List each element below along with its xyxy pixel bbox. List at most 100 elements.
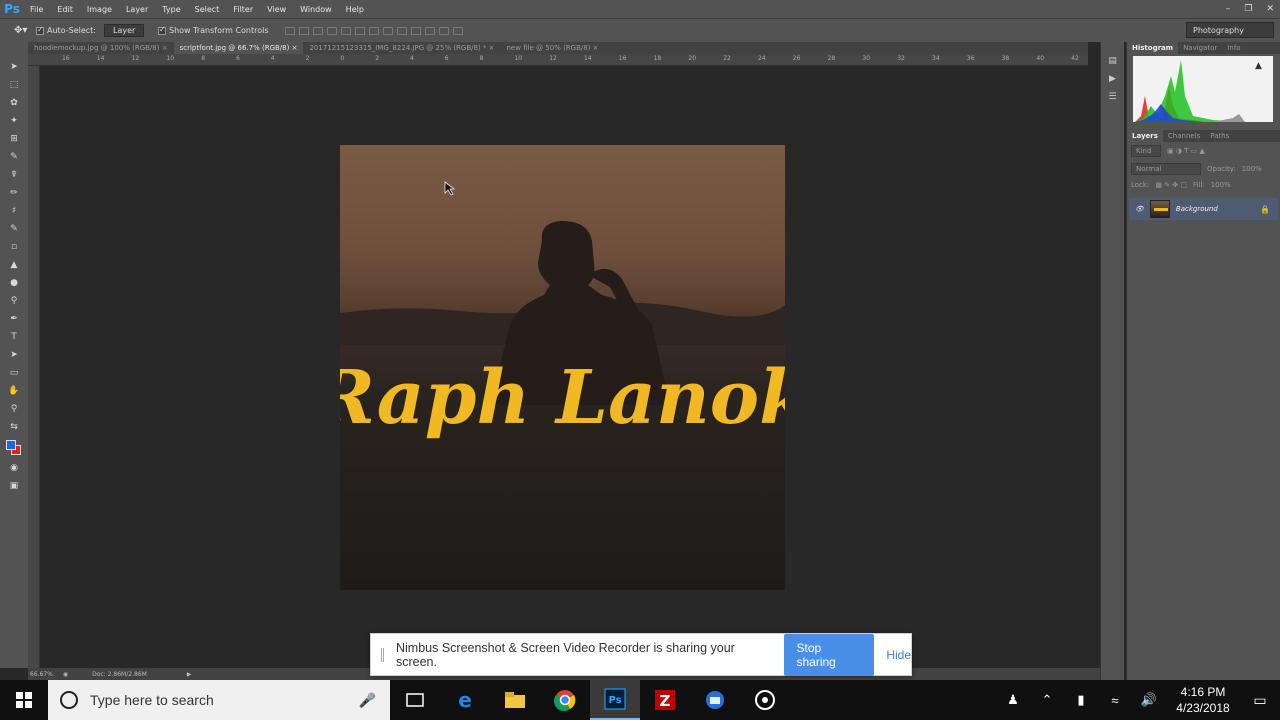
eyedropper-tool-icon[interactable]: ✎: [7, 150, 21, 163]
tab-layers[interactable]: Layers: [1127, 130, 1163, 142]
tab-new-file[interactable]: new file @ 50% (RGB/8) ×: [501, 42, 605, 54]
menu-image[interactable]: Image: [81, 5, 120, 14]
horizontal-ruler[interactable]: 16 14 12 10 8 6 4 2 0 2 4 6 8 10 12 14 16 18 20 22 24 26 28 30 3…: [28, 54, 1088, 66]
align-top-icon[interactable]: [284, 26, 295, 35]
media-app-icon[interactable]: [740, 680, 790, 720]
screen-mode-icon[interactable]: ▣: [7, 479, 21, 492]
menu-window[interactable]: Window: [294, 5, 340, 14]
layer-background[interactable]: 👁 Background 🔒: [1129, 198, 1278, 220]
taskbar-search[interactable]: Type here to search 🎤: [48, 680, 390, 720]
auto-select-checkbox[interactable]: [36, 25, 44, 35]
stop-sharing-button[interactable]: Stop sharing: [784, 633, 875, 676]
thunderbird-icon[interactable]: [690, 680, 740, 720]
actions-play-icon[interactable]: ▶: [1109, 74, 1116, 84]
eraser-tool-icon[interactable]: ▫: [7, 240, 21, 253]
align-left-icon[interactable]: [326, 26, 337, 35]
restore-icon[interactable]: ❐: [1244, 4, 1252, 14]
menu-edit[interactable]: Edit: [51, 5, 81, 14]
people-icon[interactable]: ♟: [996, 692, 1030, 708]
wifi-icon[interactable]: ≈: [1098, 693, 1132, 708]
filezilla-icon[interactable]: Z: [640, 680, 690, 720]
layer-name[interactable]: Background: [1176, 205, 1218, 213]
tab-histogram[interactable]: Histogram: [1127, 42, 1179, 54]
start-button[interactable]: [0, 680, 48, 720]
tab-paths[interactable]: Paths: [1205, 130, 1234, 142]
search-placeholder[interactable]: Type here to search: [90, 692, 214, 708]
brush-tool-icon[interactable]: ✏: [7, 186, 21, 199]
taskbar-clock[interactable]: 4:16 PM 4/23/2018: [1166, 684, 1240, 716]
tab-navigator[interactable]: Navigator: [1178, 42, 1222, 54]
menu-type[interactable]: Type: [156, 5, 188, 14]
crop-tool-icon[interactable]: ⊞: [7, 132, 21, 145]
hide-button[interactable]: Hide: [886, 648, 911, 662]
align-bottom-icon[interactable]: [312, 26, 323, 35]
drag-handle-icon[interactable]: [381, 647, 384, 662]
document-canvas[interactable]: Raph Lanok: [340, 145, 785, 590]
tab-channels[interactable]: Channels: [1163, 130, 1205, 142]
align-right-icon[interactable]: [354, 26, 365, 35]
tab-info[interactable]: Info: [1222, 42, 1245, 54]
task-view-icon[interactable]: [390, 680, 440, 720]
distribute-top-icon[interactable]: [368, 26, 379, 35]
distribute-left-icon[interactable]: [410, 26, 421, 35]
shape-tool-icon[interactable]: ▭: [7, 366, 21, 379]
history-brush-tool-icon[interactable]: ✎: [7, 222, 21, 235]
workspace-switcher[interactable]: Photography: [1186, 22, 1274, 38]
file-explorer-icon[interactable]: [490, 680, 540, 720]
microphone-icon[interactable]: 🎤: [359, 692, 376, 709]
auto-select-dropdown[interactable]: Layer: [103, 24, 144, 37]
menu-view[interactable]: View: [261, 5, 294, 14]
show-transform-checkbox[interactable]: [157, 25, 166, 35]
show-hidden-icons-icon[interactable]: ⌃: [1030, 692, 1064, 708]
move-tool-icon[interactable]: ➤: [7, 60, 21, 73]
clone-stamp-tool-icon[interactable]: ♯: [7, 204, 21, 217]
magic-wand-tool-icon[interactable]: ✦: [7, 114, 21, 127]
chrome-icon[interactable]: [540, 680, 590, 720]
type-tool-icon[interactable]: T: [7, 330, 21, 343]
hand-tool-icon[interactable]: ✋: [7, 384, 21, 397]
status-menu-arrow-icon[interactable]: ▶: [187, 671, 192, 678]
volume-icon[interactable]: 🔊: [1132, 692, 1166, 708]
dodge-tool-icon[interactable]: ⚲: [7, 294, 21, 307]
tab-hoodiemockup[interactable]: hoodiemockup.jpg @ 100% (RGB/8) ×: [28, 42, 174, 54]
layer-kind-filter[interactable]: Kind: [1131, 145, 1161, 157]
tab-img-8224[interactable]: 20171215123315_IMG_8224.JPG @ 25% (RGB/8…: [303, 42, 500, 54]
color-swatches[interactable]: [6, 440, 22, 456]
move-tool-preset-icon[interactable]: ✥▾: [14, 25, 36, 36]
minimize-icon[interactable]: –: [1226, 4, 1231, 14]
status-info-icon[interactable]: ◉: [63, 671, 68, 678]
auto-align-icon[interactable]: [452, 26, 463, 35]
blur-tool-icon[interactable]: ●: [7, 276, 21, 289]
vertical-ruler[interactable]: [28, 66, 40, 668]
distribute-right-icon[interactable]: [438, 26, 449, 35]
marquee-tool-icon[interactable]: ⬚: [7, 78, 21, 91]
blend-mode-dropdown[interactable]: Normal: [1131, 163, 1201, 175]
align-center-icon[interactable]: [340, 26, 351, 35]
menu-filter[interactable]: Filter: [227, 5, 261, 14]
edge-browser-icon[interactable]: e: [440, 680, 490, 720]
history-icon[interactable]: ▤: [1108, 56, 1117, 66]
close-icon[interactable]: ✕: [1266, 4, 1274, 14]
zoom-level[interactable]: 66.67%: [30, 671, 53, 678]
path-selection-tool-icon[interactable]: ➤: [7, 348, 21, 361]
distribute-middle-icon[interactable]: [382, 26, 393, 35]
action-center-icon[interactable]: ▭: [1240, 692, 1280, 709]
filter-icons[interactable]: ▣ ◑ T ▭ ▲: [1167, 147, 1205, 155]
distribute-bottom-icon[interactable]: [396, 26, 407, 35]
lasso-tool-icon[interactable]: ✿: [7, 96, 21, 109]
menu-layer[interactable]: Layer: [120, 5, 156, 14]
fill-value[interactable]: 100%: [1211, 181, 1231, 189]
distribute-center-icon[interactable]: [424, 26, 435, 35]
lock-icons[interactable]: ▦ ✎ ✥ □: [1155, 181, 1187, 189]
quick-mask-icon[interactable]: ◉: [7, 461, 21, 474]
properties-icon[interactable]: ☰: [1108, 92, 1116, 102]
menu-help[interactable]: Help: [340, 5, 372, 14]
zoom-tool-icon[interactable]: ⚲: [7, 402, 21, 415]
healing-brush-tool-icon[interactable]: ☤: [7, 168, 21, 181]
eye-icon[interactable]: 👁: [1135, 205, 1144, 213]
menu-select[interactable]: Select: [189, 5, 228, 14]
swap-colors-icon[interactable]: ⇆: [7, 420, 21, 433]
lock-icon[interactable]: 🔒: [1260, 205, 1270, 214]
foreground-color[interactable]: [6, 440, 16, 450]
tab-scriptfont[interactable]: scriptfont.jpg @ 66.7% (RGB/8) ×: [173, 42, 304, 54]
